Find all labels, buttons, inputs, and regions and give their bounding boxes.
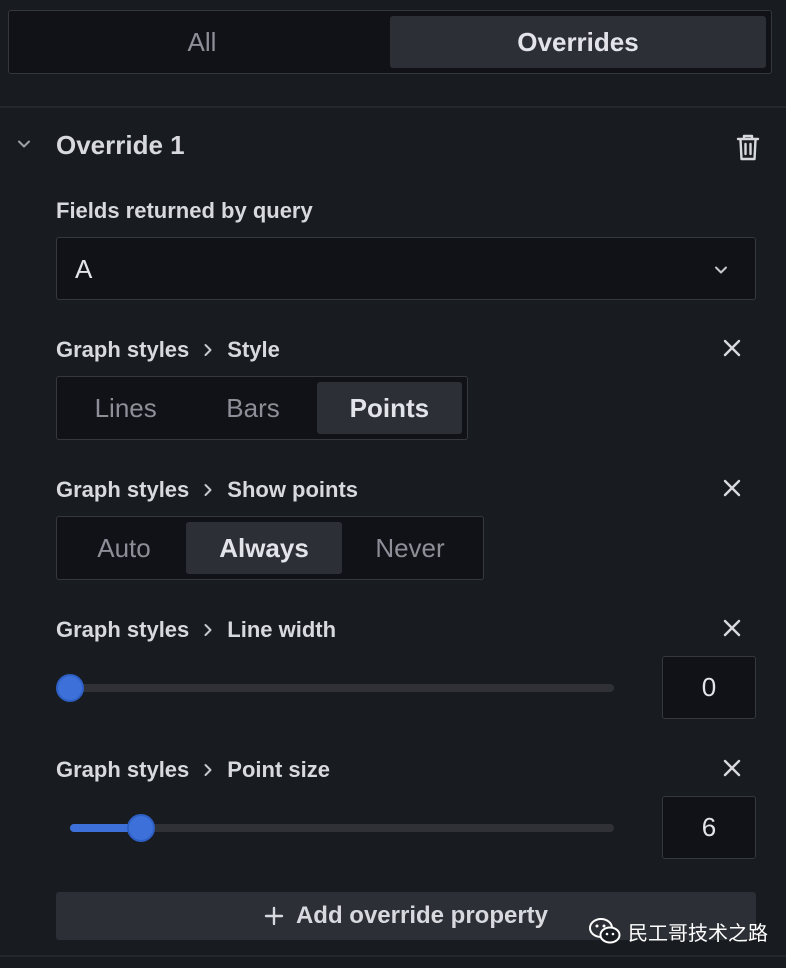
line-width-slider[interactable] — [56, 674, 614, 702]
close-icon[interactable] — [720, 756, 744, 780]
fields-select[interactable]: A — [56, 237, 756, 300]
property-category: Graph styles — [56, 477, 190, 502]
property-category: Graph styles — [56, 337, 190, 362]
wechat-icon — [589, 918, 621, 944]
tab-all[interactable]: All — [14, 16, 390, 68]
chevron-down-icon[interactable] — [16, 136, 32, 152]
close-icon[interactable] — [720, 476, 744, 500]
show-points-option-always[interactable]: Always — [186, 522, 342, 574]
override-tabs: All Overrides — [8, 10, 772, 74]
slider-thumb[interactable] — [56, 674, 84, 702]
property-name: Point size — [227, 757, 330, 782]
chevron-right-icon — [204, 624, 212, 636]
chevron-down-icon — [715, 266, 727, 274]
style-option-lines[interactable]: Lines — [62, 382, 189, 434]
show-points-option-never[interactable]: Never — [342, 522, 478, 574]
fields-label: Fields returned by query — [56, 198, 313, 224]
line-width-property-label: Graph styles Line width — [56, 617, 336, 643]
fields-label-text: Fields returned by query — [56, 198, 313, 223]
style-option-bars[interactable]: Bars — [189, 382, 316, 434]
close-icon[interactable] — [720, 616, 744, 640]
property-category: Graph styles — [56, 757, 190, 782]
property-category: Graph styles — [56, 617, 190, 642]
tab-overrides[interactable]: Overrides — [390, 16, 766, 68]
override-title: Override 1 — [56, 130, 185, 160]
style-radio-group: Lines Bars Points — [56, 376, 468, 440]
override-header[interactable]: Override 1 — [0, 120, 786, 170]
slider-thumb[interactable] — [126, 814, 155, 842]
watermark-text: 民工哥技术之路 — [628, 922, 768, 945]
chevron-right-icon — [204, 344, 212, 356]
style-option-points[interactable]: Points — [316, 382, 462, 434]
point-size-input[interactable]: 6 — [662, 796, 756, 859]
chevron-right-icon — [204, 484, 212, 496]
add-override-property-label: Add override property — [295, 902, 549, 929]
line-width-input[interactable]: 0 — [662, 656, 756, 719]
property-name: Line width — [227, 617, 337, 642]
fields-select-value: A — [75, 254, 93, 284]
point-size-slider[interactable] — [70, 814, 614, 842]
show-points-property-label: Graph styles Show points — [56, 477, 358, 503]
show-points-option-auto[interactable]: Auto — [62, 522, 186, 574]
show-points-radio-group: Auto Always Never — [56, 516, 484, 580]
plus-icon — [264, 906, 284, 926]
style-property-label: Graph styles Style — [56, 337, 280, 363]
property-name: Style — [227, 337, 280, 362]
point-size-property-label: Graph styles Point size — [56, 757, 330, 783]
property-name: Show points — [227, 477, 359, 502]
divider — [0, 106, 786, 108]
divider — [0, 955, 786, 957]
trash-icon[interactable] — [734, 132, 762, 162]
watermark: 民工哥技术之路 — [588, 916, 768, 946]
chevron-right-icon — [204, 764, 212, 776]
close-icon[interactable] — [720, 336, 744, 360]
